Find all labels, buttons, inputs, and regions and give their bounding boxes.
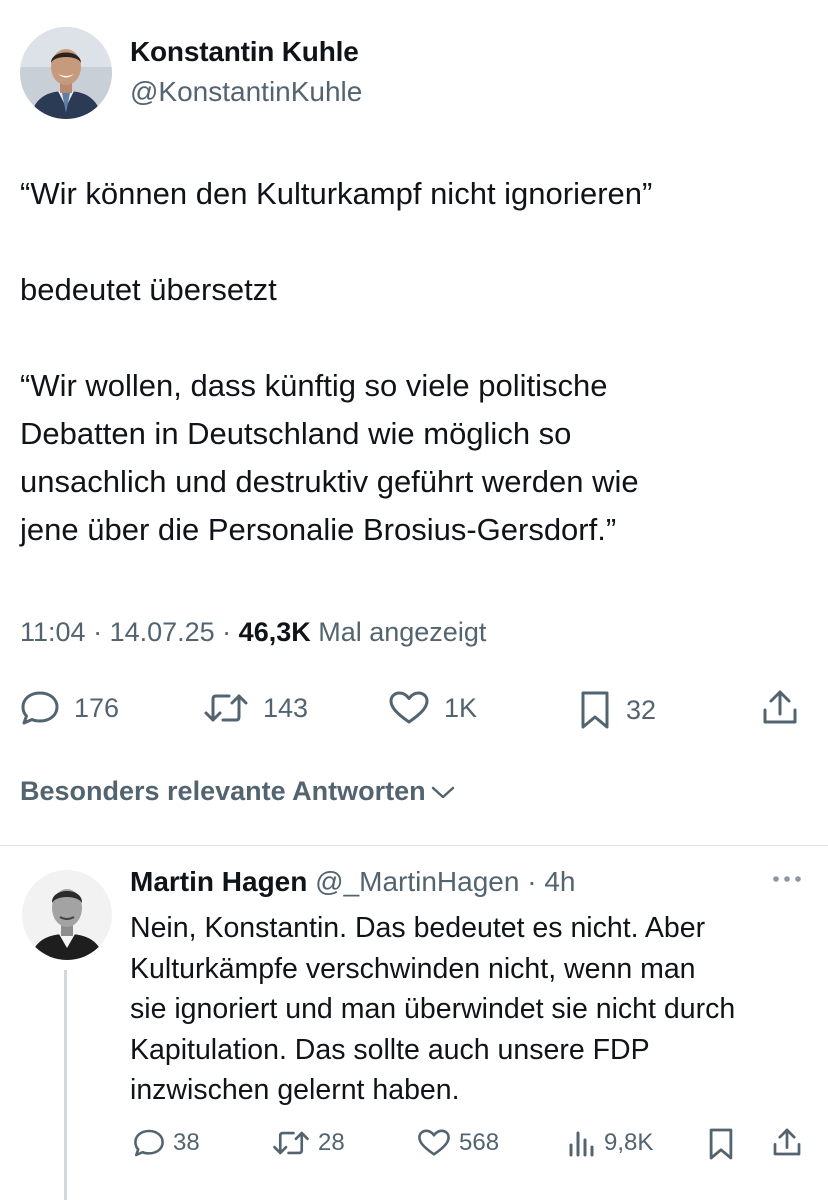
bookmark-button[interactable]: 32 — [578, 690, 656, 730]
like-count: 1K — [444, 692, 478, 723]
replies-sort-label: Besonders relevante Antworten — [20, 776, 426, 806]
meta-separator: · — [85, 617, 110, 647]
reply-text-line: Nein, Konstantin. Das bedeutet es nicht.… — [130, 912, 706, 944]
bookmark-icon — [709, 1128, 733, 1160]
reply-repost-button[interactable]: 28 — [272, 1128, 345, 1158]
divider — [0, 845, 828, 846]
views-label: Mal angezeigt — [310, 617, 487, 647]
tweet-time[interactable]: 11:04 — [20, 617, 86, 647]
reply-view-count: 9,8K — [604, 1129, 654, 1156]
tweet-meta: 11:04 · 14.07.25 · 46,3K Mal angezeigt — [20, 617, 486, 648]
reply-views-button[interactable]: 9,8K — [566, 1128, 653, 1158]
reply-text: Nein, Konstantin. Das bedeutet es nicht.… — [130, 908, 820, 1111]
repost-icon — [204, 694, 248, 722]
share-icon — [763, 690, 797, 724]
tweet-paragraph: “Wir können den Kulturkampf nicht ignori… — [20, 176, 653, 211]
tweet-paragraph: “Wir wollen, dass künftig so viele polit… — [20, 368, 639, 547]
reply-time[interactable]: 4h — [544, 866, 575, 897]
like-icon — [418, 1129, 450, 1156]
reply-text-line: sie ignoriert und man überwindet sie nic… — [130, 993, 736, 1025]
reply-text-line: inzwischen gelernt haben. — [130, 1074, 460, 1106]
repost-icon — [273, 1131, 309, 1155]
tweet-text: “Wir können den Kulturkampf nicht ignori… — [20, 170, 810, 554]
thread-line — [64, 970, 67, 1200]
bookmark-count: 32 — [626, 694, 657, 725]
chevron-down-icon — [431, 786, 454, 798]
share-icon — [773, 1128, 801, 1156]
reply-reply-count: 38 — [173, 1129, 200, 1156]
reply-count: 176 — [74, 692, 120, 723]
reply-text-line: Kulturkämpfe verschwinden nicht, wenn ma… — [130, 952, 696, 985]
view-count: 46,3K — [238, 617, 311, 647]
reply-separator: · — [519, 866, 545, 897]
more-icon — [773, 876, 801, 882]
author-avatar[interactable] — [20, 27, 112, 119]
views-icon — [569, 1131, 594, 1157]
replies-sort-selector[interactable]: Besonders relevante Antworten — [20, 776, 456, 807]
reply-header: Martin Hagen @_MartinHagen · 4h — [130, 866, 576, 898]
author-handle[interactable]: @KonstantinKuhle — [130, 76, 362, 108]
tweet-paragraph: bedeutet übersetzt — [20, 272, 277, 307]
like-icon — [389, 691, 429, 724]
reply-like-count: 568 — [459, 1129, 500, 1156]
more-options-button[interactable] — [772, 872, 802, 890]
share-button[interactable] — [760, 688, 800, 726]
reply-text-line: Kapitulation. Das sollte auch unsere FDP — [130, 1033, 650, 1066]
reply-author-name[interactable]: Martin Hagen — [130, 866, 307, 897]
tweet-date[interactable]: 14.07.25 — [110, 617, 215, 647]
repost-count: 143 — [263, 692, 309, 723]
reply-button[interactable]: 176 — [20, 690, 119, 726]
repost-button[interactable]: 143 — [203, 690, 308, 726]
reply-reply-button[interactable]: 38 — [133, 1128, 200, 1158]
reply-author-handle[interactable]: @_MartinHagen — [315, 866, 519, 897]
bookmark-icon — [581, 691, 609, 729]
reply-icon — [21, 691, 59, 725]
reply-share-button[interactable] — [771, 1126, 803, 1158]
meta-separator: · — [214, 617, 239, 647]
reply-author-avatar[interactable] — [22, 870, 112, 960]
like-button[interactable]: 1K — [388, 690, 477, 726]
reply-like-button[interactable]: 568 — [417, 1128, 499, 1158]
author-name[interactable]: Konstantin Kuhle — [130, 36, 359, 68]
reply-repost-count: 28 — [318, 1129, 345, 1156]
reply-bookmark-button[interactable] — [707, 1127, 735, 1161]
reply-icon — [134, 1129, 164, 1157]
